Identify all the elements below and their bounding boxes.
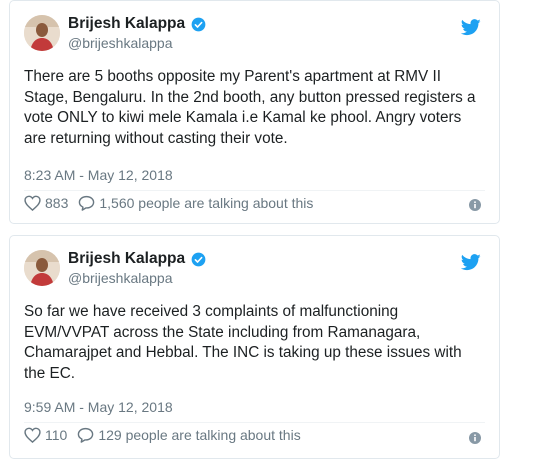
verified-badge-icon: [191, 252, 206, 266]
reply-bubble-icon: [79, 195, 95, 211]
twitter-bird-icon[interactable]: [461, 254, 481, 271]
like-count: 110: [45, 427, 68, 443]
heart-icon: [24, 195, 41, 211]
author-name[interactable]: Brijesh Kalappa: [68, 250, 185, 268]
info-icon[interactable]: [469, 432, 481, 444]
like-count: 883: [45, 195, 69, 211]
author-name[interactable]: Brijesh Kalappa: [68, 15, 185, 33]
verified-badge-icon: [191, 17, 206, 31]
avatar[interactable]: [24, 15, 60, 51]
author-handle[interactable]: @brijeshkalappa: [68, 35, 173, 51]
like-button[interactable]: 110: [24, 427, 67, 443]
talking-count: 1,560 people are talking about this: [99, 195, 314, 211]
avatar[interactable]: [24, 250, 60, 286]
talking-count: 129 people are talking about this: [98, 427, 301, 443]
heart-icon: [24, 427, 41, 443]
tweet-card[interactable]: Brijesh Kalappa @brijeshkalappa So far w…: [9, 235, 500, 459]
like-button[interactable]: 883: [24, 195, 68, 211]
reply-button[interactable]: 1,560 people are talking about this: [78, 195, 313, 211]
reply-bubble-icon: [78, 427, 94, 443]
author-handle[interactable]: @brijeshkalappa: [68, 270, 173, 286]
tweet-text: So far we have received 3 complaints of …: [24, 303, 462, 382]
tweet-text: There are 5 booths opposite my Parent's …: [24, 68, 476, 147]
tweet-timestamp[interactable]: 8:23 AM - May 12, 2018: [24, 167, 173, 183]
info-icon[interactable]: [469, 199, 481, 211]
divider: [24, 190, 485, 191]
twitter-bird-icon[interactable]: [461, 19, 481, 36]
divider: [24, 422, 485, 423]
reply-button[interactable]: 129 people are talking about this: [77, 427, 301, 443]
tweet-timestamp[interactable]: 9:59 AM - May 12, 2018: [24, 399, 173, 415]
tweet-card[interactable]: Brijesh Kalappa @brijeshkalappa There ar…: [9, 0, 500, 224]
